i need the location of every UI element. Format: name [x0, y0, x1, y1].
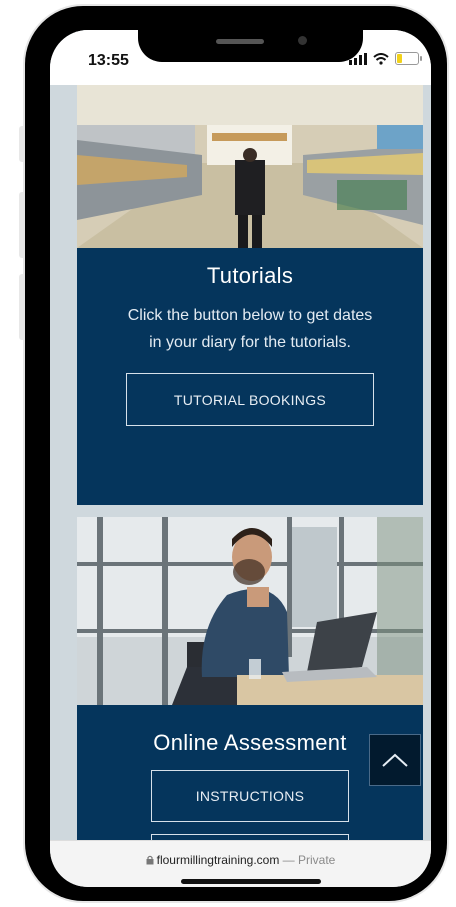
card-gap — [77, 505, 423, 517]
front-camera — [298, 36, 307, 45]
battery-icon — [395, 52, 422, 65]
lock-icon — [146, 855, 154, 865]
instructions-button[interactable]: INSTRUCTIONS — [151, 770, 349, 822]
store-image — [77, 85, 423, 248]
chevron-up-icon — [382, 753, 408, 767]
wifi-icon — [373, 52, 389, 65]
tutorial-bookings-button[interactable]: TUTORIAL BOOKINGS — [126, 373, 374, 426]
url-private-label: — Private — [279, 853, 336, 867]
url-display[interactable]: flourmillingtraining.com — Private — [50, 853, 431, 867]
home-indicator[interactable] — [181, 879, 321, 884]
assessment-card: Online Assessment INSTRUCTIONS — [77, 517, 423, 857]
tutorials-description: Click the button below to get dates in y… — [127, 307, 373, 351]
notch — [138, 30, 363, 62]
status-icons — [349, 52, 422, 65]
tutorials-title: Tutorials — [206, 263, 294, 288]
scroll-to-top-button[interactable] — [369, 734, 421, 786]
phone-screen: Tutorials Click the button below to get … — [50, 30, 431, 887]
status-time: 13:55 — [88, 52, 129, 69]
browser-url-bar[interactable]: flourmillingtraining.com — Private — [50, 840, 431, 887]
url-domain: flourmillingtraining.com — [156, 853, 280, 867]
speaker — [216, 39, 264, 44]
office-image — [77, 517, 423, 705]
tutorials-card: Tutorials Click the button below to get … — [77, 85, 423, 505]
